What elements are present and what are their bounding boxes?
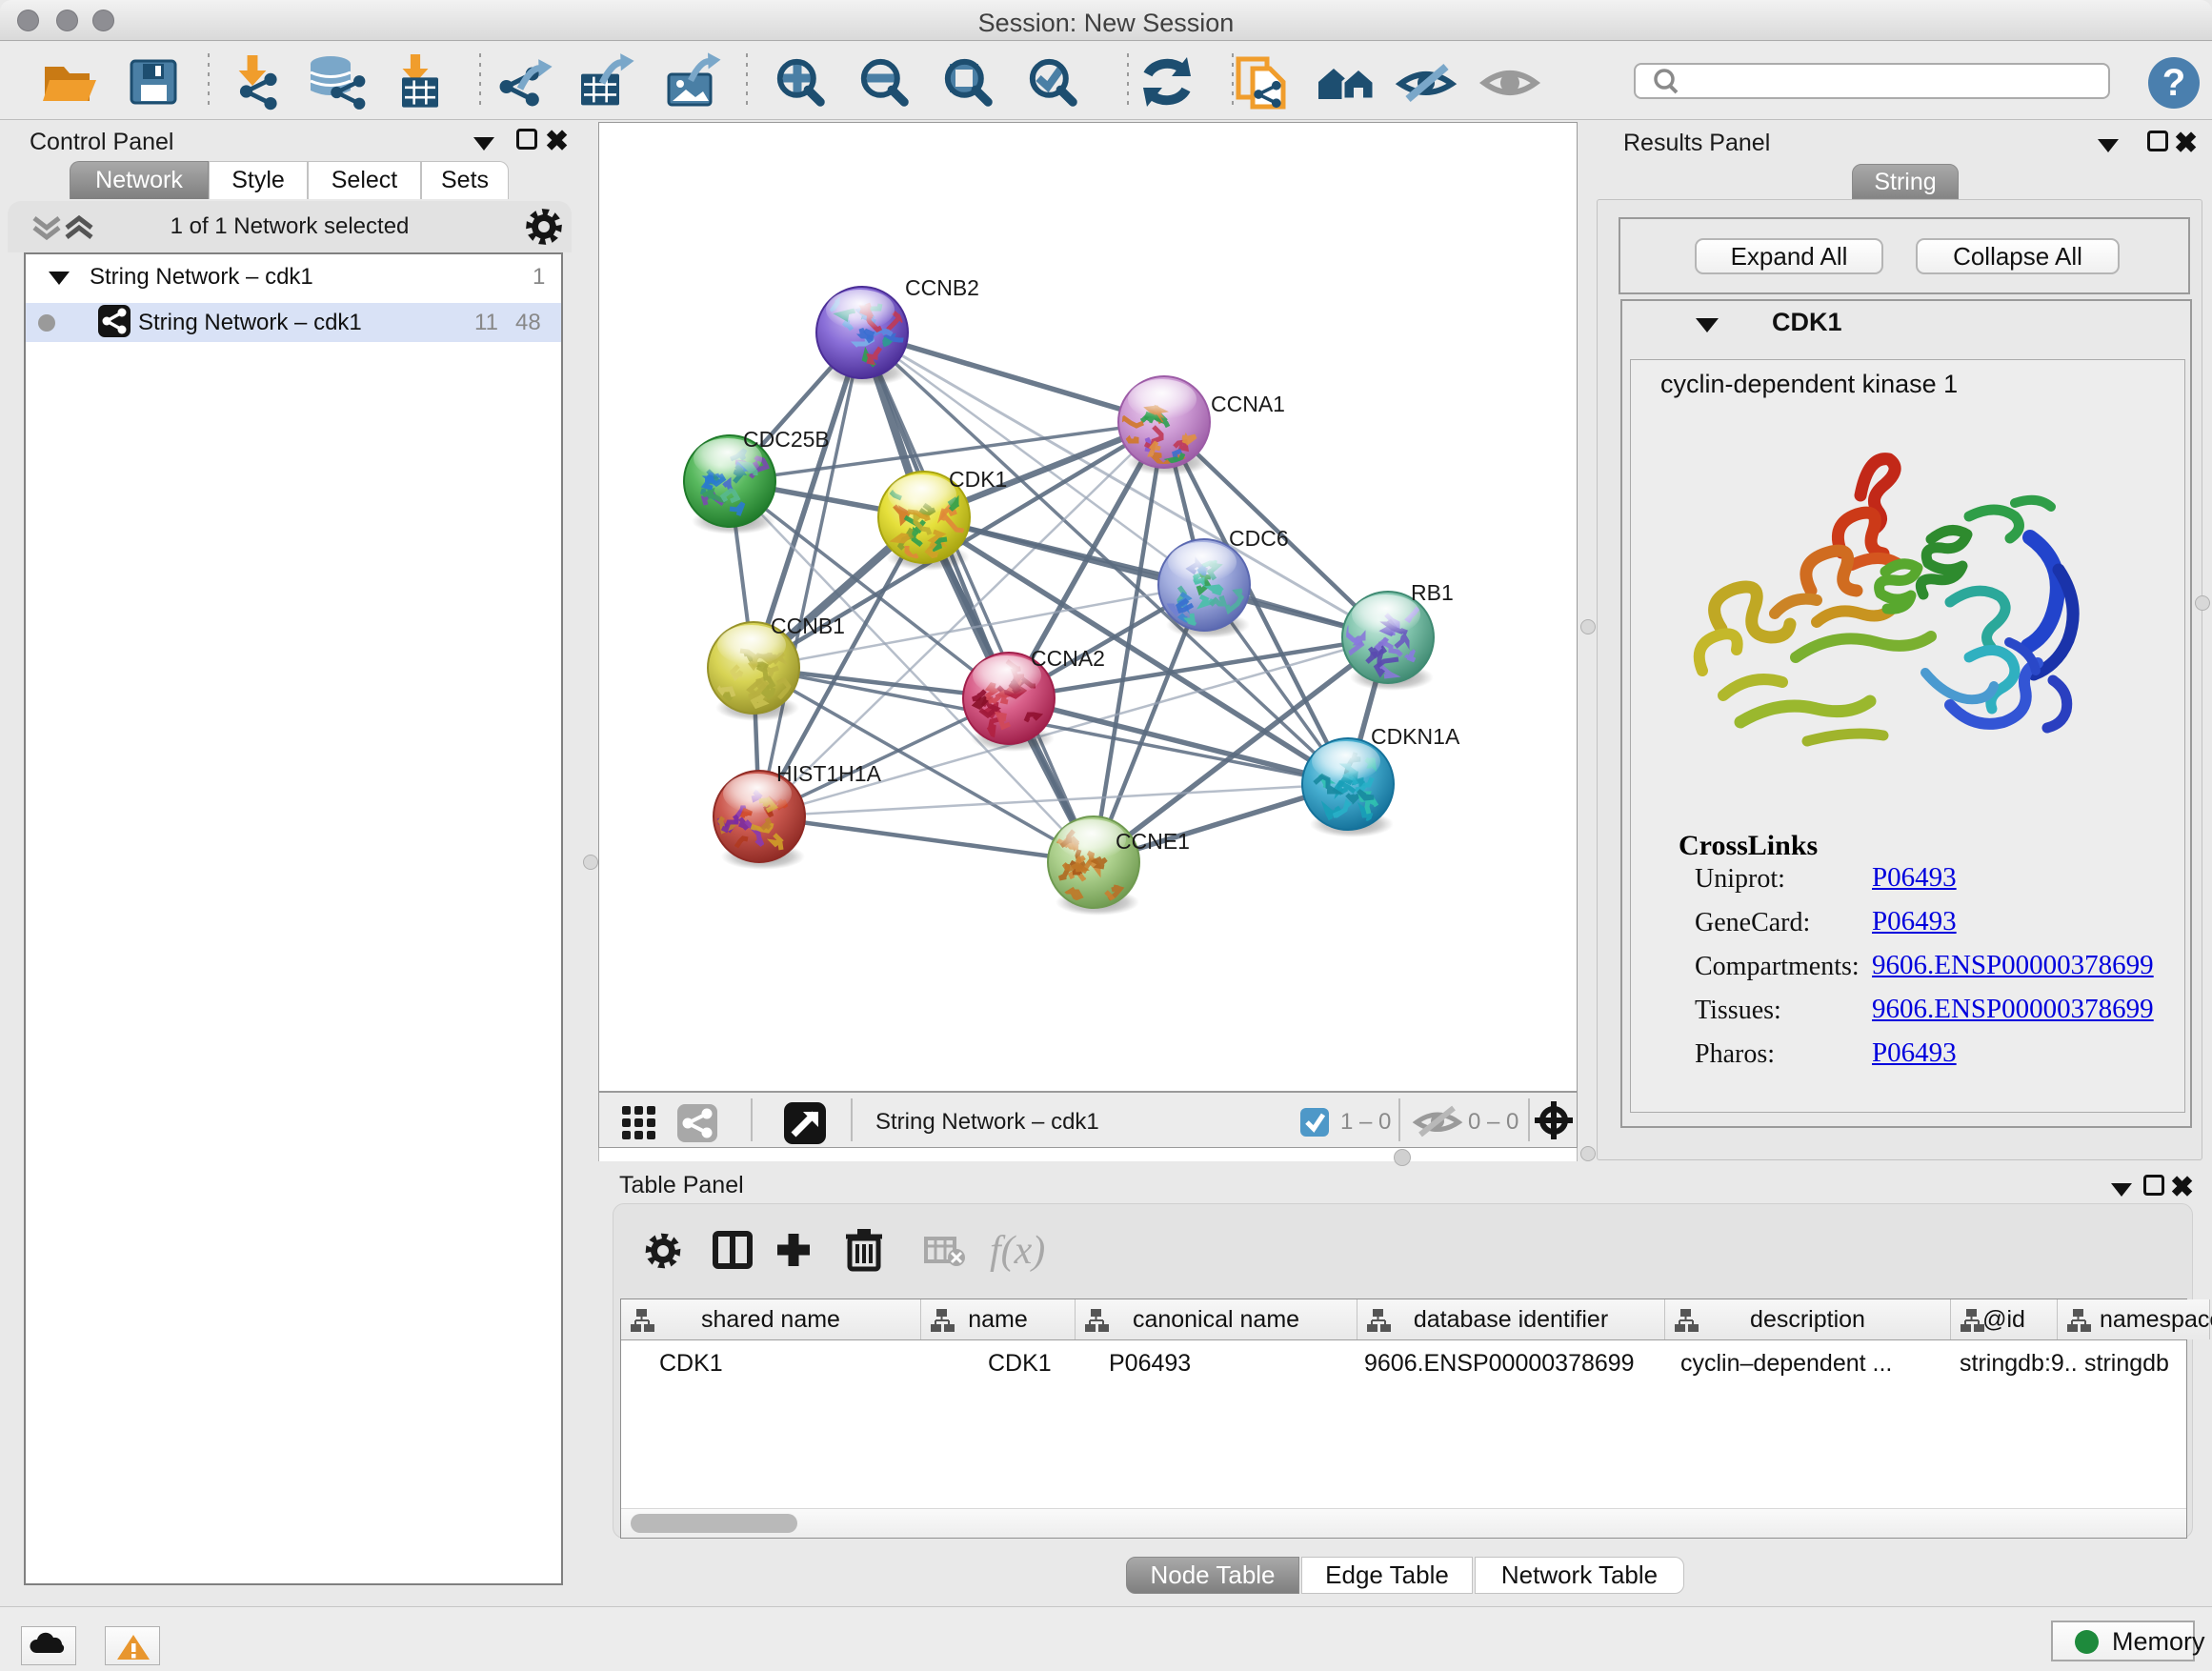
svg-text:0 – 0: 0 – 0 [1468, 1109, 1518, 1135]
svg-text:CCNA1: CCNA1 [1211, 392, 1285, 416]
svg-text:String Network – cdk1: String Network – cdk1 [875, 1109, 1099, 1135]
svg-text:CCNE1: CCNE1 [1116, 829, 1190, 854]
svg-text:CCNA2: CCNA2 [1031, 646, 1105, 671]
svg-text:CDKN1A: CDKN1A [1371, 724, 1460, 749]
svg-text:f(x): f(x) [990, 1229, 1045, 1273]
svg-text:1 – 0: 1 – 0 [1340, 1109, 1391, 1135]
svg-text:CCNB2: CCNB2 [905, 275, 979, 300]
svg-text:CCNB1: CCNB1 [771, 614, 845, 638]
svg-text:RB1: RB1 [1411, 580, 1454, 605]
svg-text:CDK1: CDK1 [949, 467, 1007, 492]
svg-text:HIST1H1A: HIST1H1A [776, 761, 882, 786]
svg-text:CDC25B: CDC25B [743, 427, 830, 452]
svg-text:CDC6: CDC6 [1229, 526, 1289, 551]
